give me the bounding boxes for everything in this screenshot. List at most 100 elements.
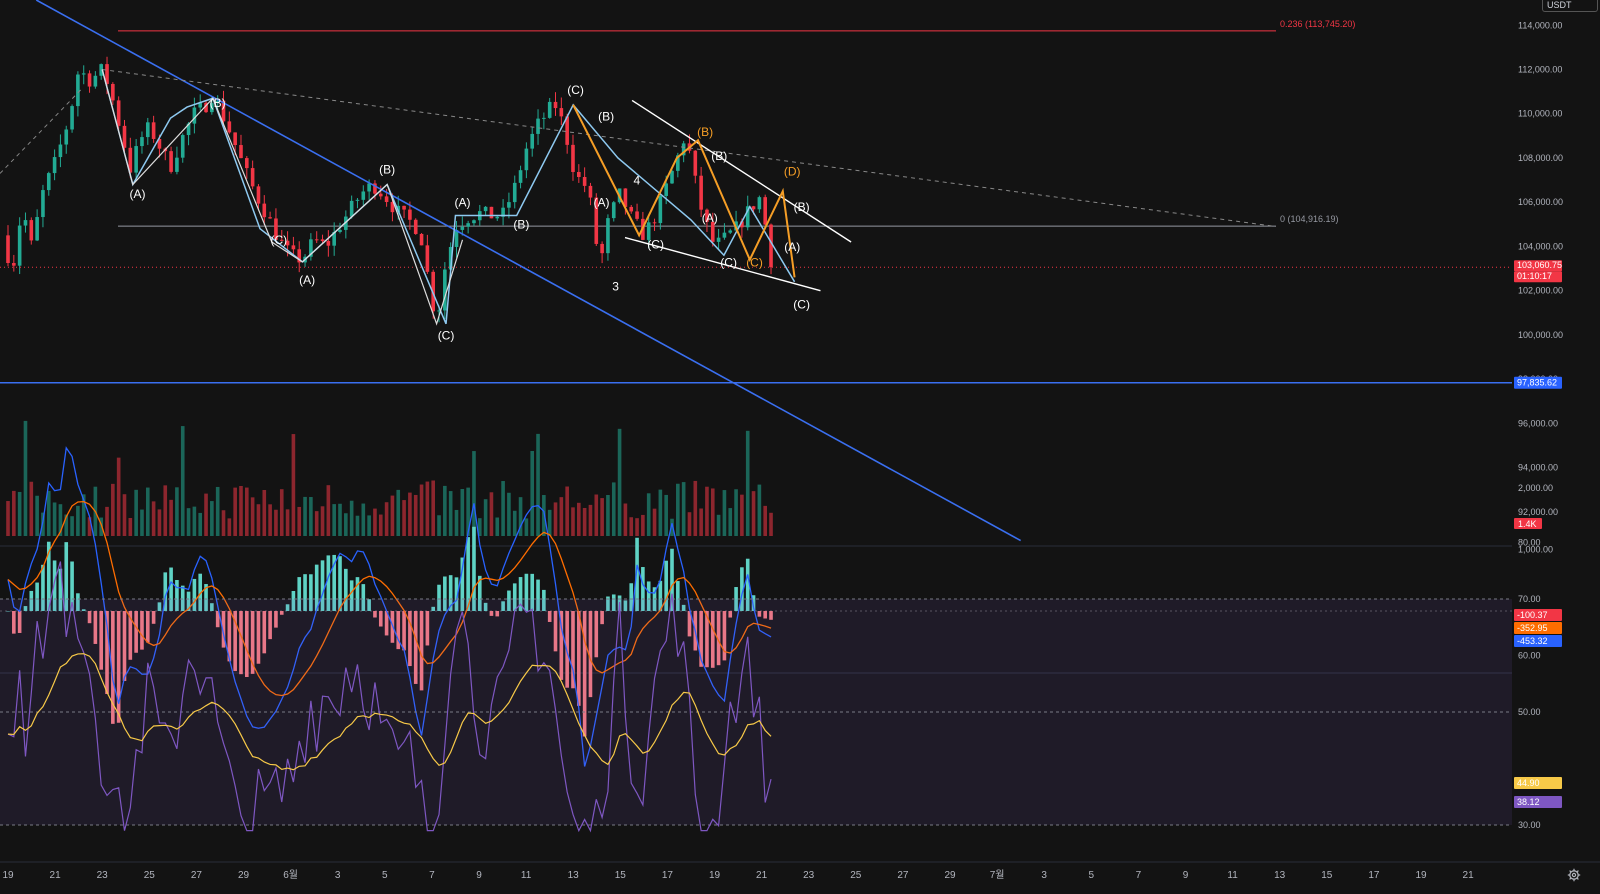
time-tick-label: 23 [803,870,815,881]
volume-bar [361,503,366,536]
wave-label: (A) [299,273,315,287]
volume-bar [489,492,494,536]
volume-bar [763,505,768,536]
price-tick-label: 114,000.00 [1518,20,1562,30]
volume-bar [623,503,628,536]
rsi-tick-label: 60.00 [1518,651,1541,661]
volume-bar [606,494,610,536]
candle-body [367,183,371,192]
candle-body [175,157,179,172]
candle-body [763,197,768,225]
volume-bar [163,485,168,536]
volume-bar [122,494,127,536]
volume-bar [635,518,639,536]
time-tick-label: 21 [756,870,768,881]
candle-body [41,190,45,218]
candle-body [17,225,22,266]
volume-bar [512,510,517,536]
volume-bar [652,508,657,536]
candle-body [227,121,232,133]
fib-level-label: 0.236 (113,745.20) [1280,19,1355,29]
volume-bar [431,480,435,536]
time-tick-label: 17 [1368,870,1380,881]
time-tick-label: 25 [144,870,156,881]
candle-body [35,217,39,241]
time-tick-label: 23 [97,870,109,881]
volume-bar [437,515,441,536]
candle-body [192,107,197,124]
candle-body [419,233,424,246]
time-tick-label: 3 [1041,870,1047,881]
candle-body [70,106,74,130]
candle-body [291,245,296,250]
candle-body [495,216,500,219]
candle-body [542,117,546,119]
wave-label: (C) [438,328,455,342]
macd-tick-label: 2,000.00 [1518,483,1553,493]
volume-bar [443,485,447,536]
candle-body [81,73,86,75]
candle-body [361,191,366,200]
volume-bar [530,450,535,536]
candle-body [716,237,721,242]
volume-bar [297,506,302,536]
volume-bar [35,495,39,536]
volume-bar [355,515,360,536]
wave-label: (C) [647,238,664,252]
time-tick-label: 7 [429,870,435,881]
candle-body [757,197,762,210]
volume-bar [175,487,179,536]
volume-bar [687,512,692,536]
unit-badge[interactable]: USDT [1542,0,1598,12]
volume-bar [454,509,459,536]
candle-body [29,220,34,241]
volume-bar [507,492,511,536]
volume-bar [495,517,500,536]
volume-bar [740,494,744,536]
volume-bar [6,501,10,536]
candle-body [658,195,663,224]
volume-bar [716,514,721,536]
volume-bar [262,489,267,536]
price-axis-panel[interactable] [1512,0,1600,889]
volume-bar [116,457,121,536]
candle-body [489,206,494,219]
volume-bar [728,508,733,536]
candle-body [12,263,16,266]
candle-body [378,193,383,197]
volume-bar [676,483,680,536]
candle-body [93,75,98,87]
candle-body [635,211,639,219]
candle-body [268,217,272,219]
candle-body [571,144,575,172]
candle-body [58,144,63,158]
candle-body [6,235,10,264]
volume-bar [151,501,156,536]
volume-bar [303,496,307,536]
volume-badge: 1.4K [1518,519,1537,529]
volume-bar [70,516,74,536]
wave-label: (C) [720,255,737,269]
settings-button[interactable] [1562,864,1586,886]
candle-body [751,206,756,210]
wave-label: (C) [746,255,763,269]
macd-hist-badge: -100.37 [1517,610,1548,620]
volume-bar [390,495,395,536]
candle-body [76,74,80,107]
candle-body [466,223,470,227]
volume-bar [501,481,505,536]
time-tick-label: 6월 [283,869,298,881]
candle-body [536,118,540,134]
volume-bar [577,502,581,536]
volume-bar [245,487,249,536]
macd-line-badge: -453.32 [1517,636,1548,646]
support-line-badge: 97,835.62 [1517,378,1557,388]
candle-body [600,243,604,254]
volume-bar [611,482,616,536]
volume-bar [52,502,57,536]
chart-canvas[interactable]: 0.236 (113,745.20) 0 (104,916.19) (B) (A) (… [0,0,1600,889]
chart-area[interactable]: 0.236 (113,745.20) 0 (104,916.19) (B) (A) (… [0,0,1600,889]
volume-bar [12,490,16,536]
time-tick-label: 27 [897,870,909,881]
volume-bar [204,493,208,536]
